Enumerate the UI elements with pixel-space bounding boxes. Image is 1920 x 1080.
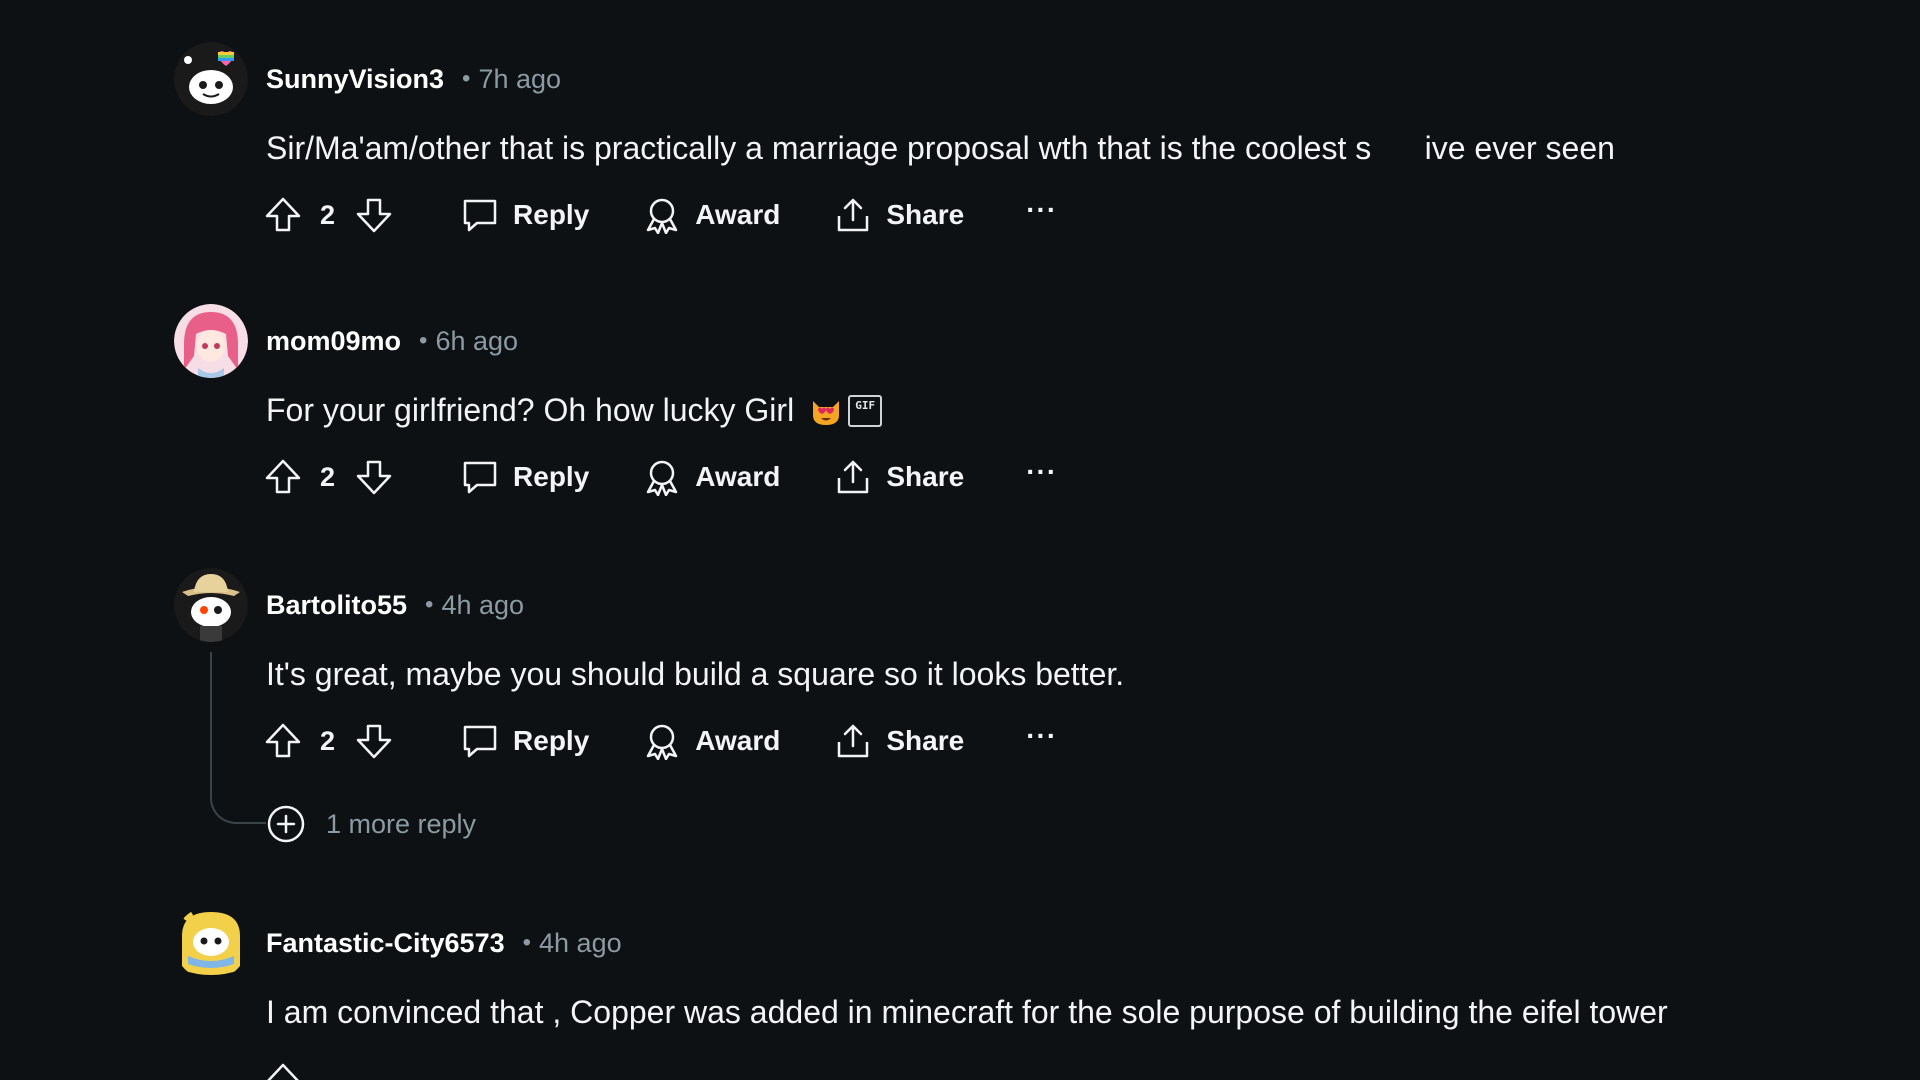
reply-label: Reply	[513, 461, 590, 492]
user-avatar[interactable]	[174, 304, 248, 378]
user-avatar[interactable]	[174, 568, 248, 642]
downvote-icon[interactable]	[355, 722, 393, 760]
snoo-avatar-icon	[174, 42, 248, 116]
user-avatar[interactable]	[174, 42, 248, 116]
user-avatar[interactable]	[174, 906, 248, 980]
more-replies-button[interactable]: 1 more reply	[266, 804, 476, 844]
award-label: Award	[695, 199, 781, 230]
reply-button[interactable]: Reply	[461, 722, 589, 760]
more-options-icon[interactable]: ···	[1026, 196, 1057, 234]
share-button[interactable]: Share	[834, 196, 964, 234]
award-label: Award	[695, 725, 781, 756]
share-icon	[838, 198, 869, 232]
upvote-icon[interactable]	[264, 196, 302, 234]
award-button[interactable]: Award	[643, 196, 780, 234]
upvote-icon[interactable]	[264, 458, 302, 496]
downvote-icon[interactable]	[355, 458, 393, 496]
comment-meta: SunnyVision3 • 7h ago	[266, 62, 561, 96]
separator-dot: •	[462, 65, 471, 92]
award-icon	[647, 460, 678, 496]
comment-bubble-icon	[463, 725, 497, 758]
timestamp[interactable]: 6h ago	[435, 326, 518, 357]
snoo-with-hat-avatar-icon	[174, 568, 248, 642]
more-options-icon[interactable]: ···	[1026, 722, 1057, 760]
expand-plus-circle-icon	[267, 805, 305, 843]
reply-button[interactable]: Reply	[461, 196, 589, 234]
reply-label: Reply	[513, 725, 590, 756]
share-icon	[838, 724, 869, 758]
vote-controls	[264, 1062, 302, 1080]
comment-text: It's great, maybe you should build a squ…	[266, 656, 1125, 692]
heart-eyes-cat-emoji-icon	[810, 395, 842, 427]
reply-button[interactable]: Reply	[461, 458, 589, 496]
comment-actions: 2 Reply Award Share ···	[264, 452, 1057, 502]
comment-text: I am convinced that , Copper was added i…	[266, 994, 1668, 1030]
timestamp[interactable]: 7h ago	[478, 64, 561, 95]
more-options-icon[interactable]: ···	[1026, 458, 1057, 496]
vote-score: 2	[320, 199, 336, 230]
username[interactable]: mom09mo	[266, 326, 401, 357]
vote-controls: 2	[264, 722, 393, 760]
comments-page: SunnyVision3 • 7h ago Sir/Ma'am/other th…	[0, 0, 1920, 1080]
comment-text: For your girlfriend? Oh how lucky Girl	[266, 392, 795, 428]
comment-meta: Fantastic-City6573 • 4h ago	[266, 926, 622, 960]
more-replies-label: 1 more reply	[326, 808, 477, 839]
username[interactable]: Fantastic-City6573	[266, 928, 505, 959]
downvote-icon[interactable]	[355, 196, 393, 234]
award-button[interactable]: Award	[643, 458, 780, 496]
timestamp[interactable]: 4h ago	[441, 590, 524, 621]
award-label: Award	[695, 461, 781, 492]
thread-line[interactable]	[210, 652, 266, 824]
separator-dot: •	[522, 929, 532, 956]
separator-dot: •	[419, 327, 428, 354]
share-button[interactable]: Share	[834, 722, 964, 760]
share-label: Share	[886, 725, 965, 756]
comment-meta: Bartolito55 • 4h ago	[266, 588, 524, 622]
award-icon	[647, 198, 678, 234]
comment-actions: 2 Reply Award Share ···	[264, 190, 1057, 240]
comment-actions	[264, 1056, 302, 1080]
anime-girl-avatar-icon	[174, 304, 248, 378]
award-button[interactable]: Award	[643, 722, 780, 760]
comment-text: Sir/Ma'am/other that is practically a ma…	[266, 130, 1615, 166]
reply-label: Reply	[513, 199, 590, 230]
share-button[interactable]: Share	[834, 458, 964, 496]
upvote-icon[interactable]	[264, 1062, 302, 1080]
share-label: Share	[886, 461, 965, 492]
award-icon	[647, 724, 678, 760]
share-label: Share	[886, 199, 965, 230]
vote-score: 2	[320, 461, 336, 492]
username[interactable]: SunnyVision3	[266, 64, 444, 95]
comment-actions: 2 Reply Award Share ···	[264, 716, 1057, 766]
gif-badge-icon[interactable]: GIF	[848, 394, 883, 427]
username[interactable]: Bartolito55	[266, 590, 407, 621]
comment-text-row: For your girlfriend? Oh how lucky Girl G…	[266, 392, 883, 429]
vote-controls: 2	[264, 196, 393, 234]
separator-dot: •	[425, 591, 434, 618]
share-icon	[838, 460, 869, 494]
upvote-icon[interactable]	[264, 722, 302, 760]
timestamp[interactable]: 4h ago	[539, 928, 622, 959]
vote-controls: 2	[264, 458, 393, 496]
comment-meta: mom09mo • 6h ago	[266, 324, 518, 358]
comment-bubble-icon	[463, 199, 497, 232]
vote-score: 2	[320, 725, 336, 756]
snoo-yellow-costume-avatar-icon	[174, 906, 248, 980]
comment-bubble-icon	[463, 461, 497, 494]
